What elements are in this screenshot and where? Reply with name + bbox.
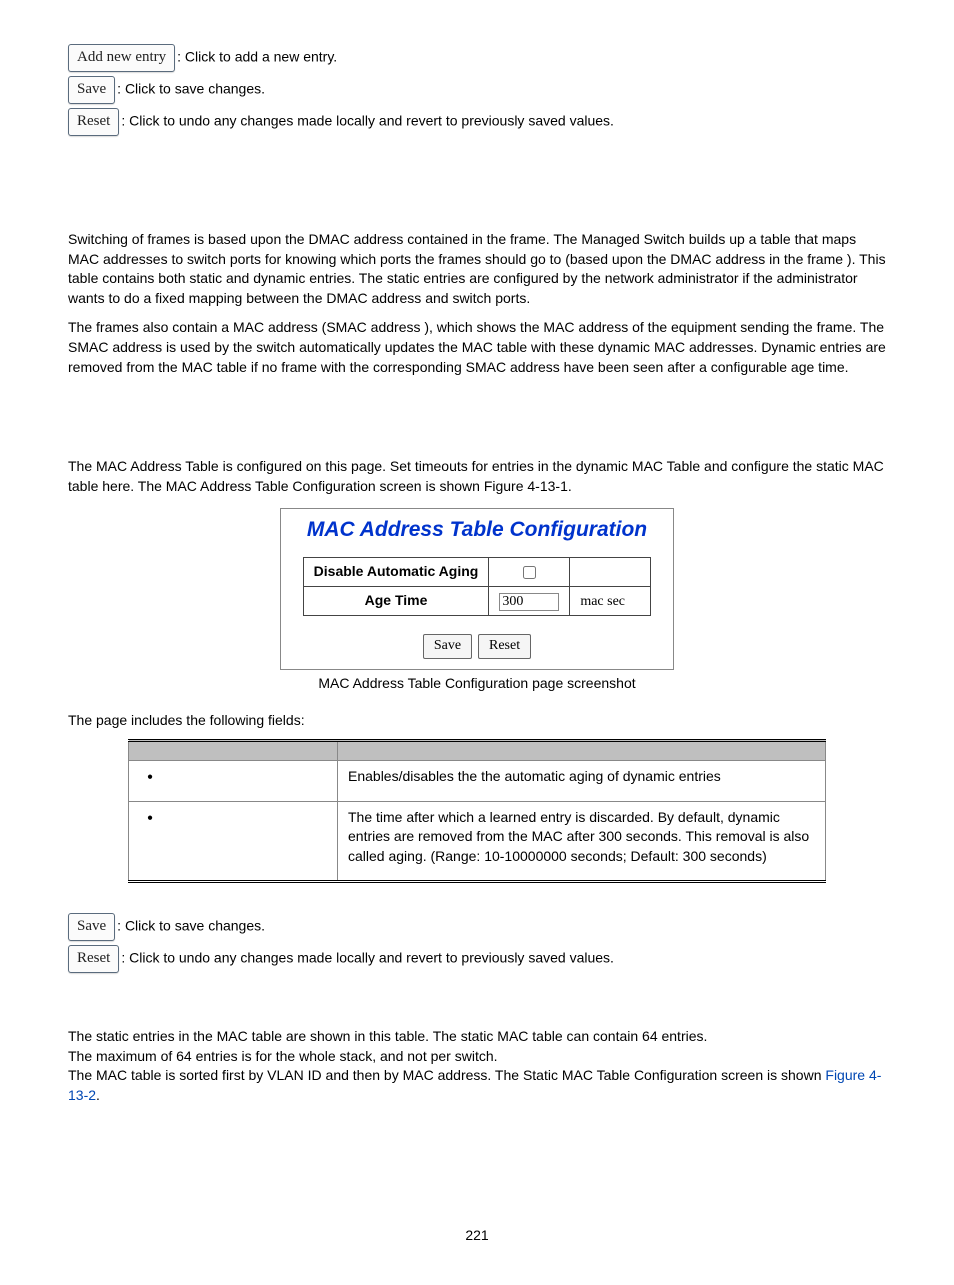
fields-intro: The page includes the following fields: [68,711,886,731]
fields-table: ● Enables/disables the the automatic agi… [128,739,826,883]
paragraph-config-intro: The MAC Address Table is configured on t… [68,457,886,496]
figure-title: MAC Address Table Configuration [281,509,673,550]
save-desc: : Click to save changes. [117,81,265,97]
bullet-icon: ● [147,771,153,782]
figure-save-button[interactable]: Save [423,634,472,659]
save-desc-2: : Click to save changes. [117,918,265,934]
age-time-unit: mac sec [580,594,625,609]
add-new-entry-button[interactable]: Add new entry [68,44,175,72]
age-time-input[interactable] [499,593,559,611]
reset-button[interactable]: Reset [68,945,119,973]
reset-button[interactable]: Reset [68,108,119,136]
figure-reset-button[interactable]: Reset [478,634,531,659]
mac-config-figure: MAC Address Table Configuration Disable … [280,508,674,669]
table-row: ● Enables/disables the the automatic agi… [129,760,826,801]
disable-aging-checkbox[interactable] [523,566,536,579]
field-desc: Enables/disables the the automatic aging… [338,760,826,801]
paragraph-dmac: Switching of frames is based upon the DM… [68,230,886,308]
age-time-label: Age Time [303,586,489,616]
save-button[interactable]: Save [68,76,115,104]
paragraph-smac: The frames also contain a MAC address (S… [68,318,886,377]
figure-caption: MAC Address Table Configuration page scr… [68,674,886,694]
add-desc: : Click to add a new entry. [177,49,337,65]
bullet-icon: ● [147,812,153,823]
static-para-2: The maximum of 64 entries is for the who… [68,1047,886,1067]
disable-aging-label: Disable Automatic Aging [303,557,489,586]
page-number: 221 [68,1226,886,1246]
static-para-1: The static entries in the MAC table are … [68,1027,886,1047]
config-table: Disable Automatic Aging Age Time mac sec [303,557,652,616]
reset-desc: : Click to undo any changes made locally… [121,113,614,129]
reset-desc-2: : Click to undo any changes made locally… [121,950,614,966]
save-button[interactable]: Save [68,913,115,941]
static-para-3: The MAC table is sorted first by VLAN ID… [68,1066,886,1105]
field-desc: The time after which a learned entry is … [338,801,826,882]
table-row: ● The time after which a learned entry i… [129,801,826,882]
